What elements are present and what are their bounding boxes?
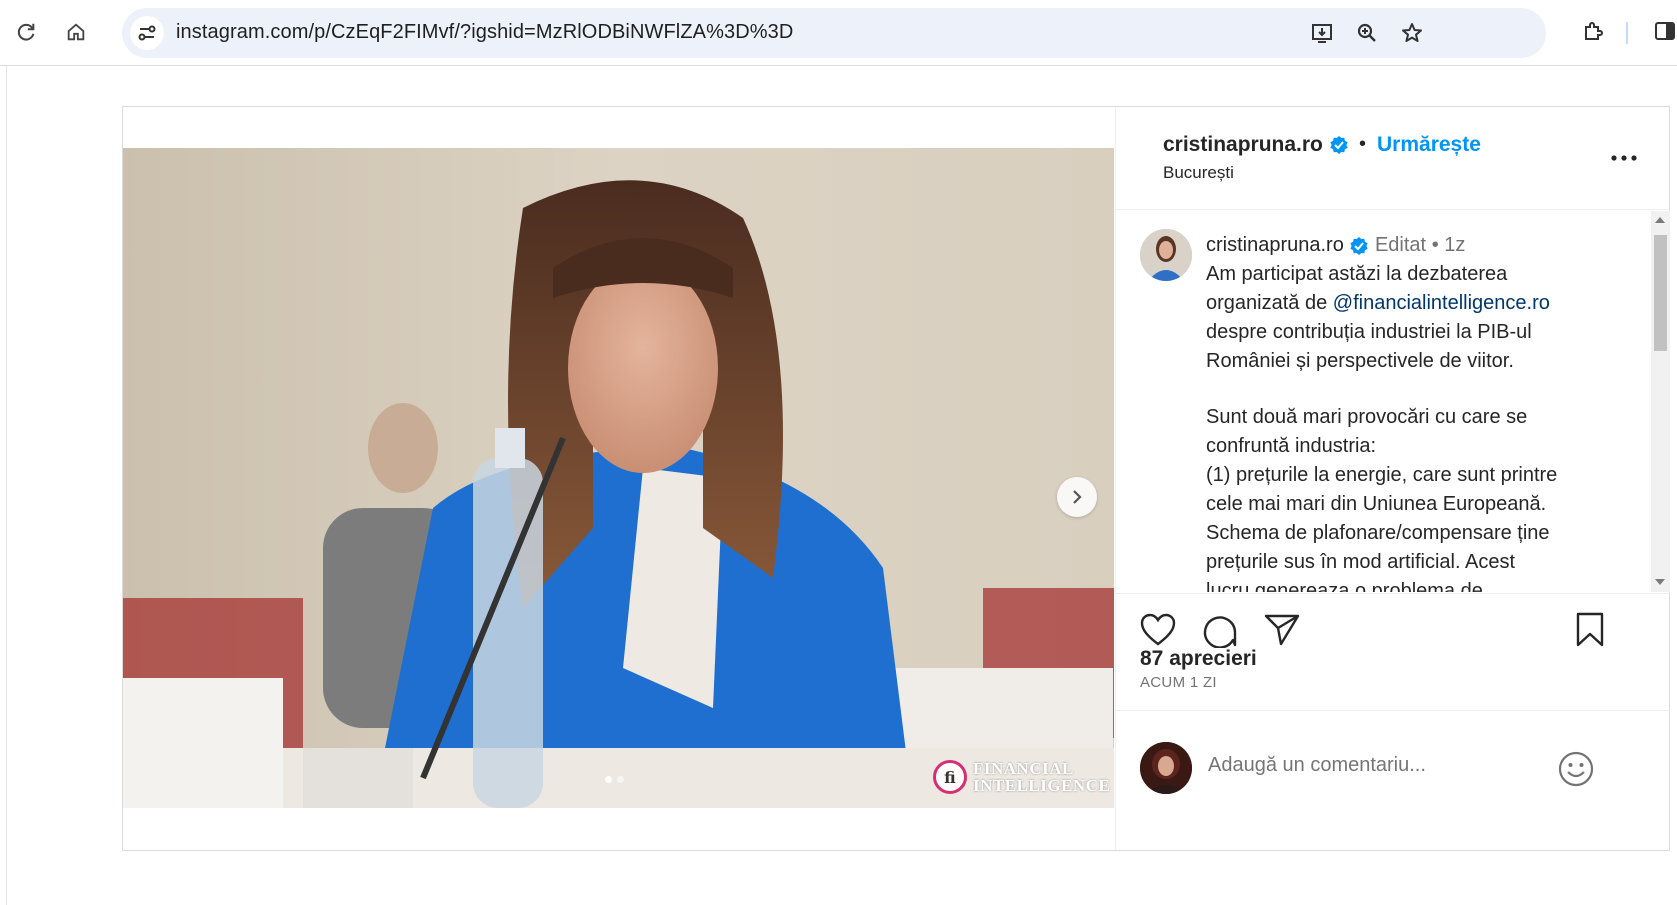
verified-badge-icon bbox=[1330, 136, 1348, 155]
caption-line: confruntă industria: bbox=[1206, 435, 1377, 457]
post-media: fi FINANCIAL INTELLIGENCE bbox=[123, 107, 1114, 850]
side-panel-icon[interactable] bbox=[1650, 16, 1677, 46]
caption-line: cele mai mari din Uniunea Europeană. bbox=[1206, 493, 1547, 515]
caption-line: Am participat astăzi la dezbaterea bbox=[1206, 263, 1508, 285]
comment-input[interactable] bbox=[1208, 754, 1538, 777]
browser-toolbar: instagram.com/p/CzEqF2FIMvf/?igshid=MzRl… bbox=[0, 0, 1677, 66]
more-options-icon[interactable] bbox=[1604, 143, 1644, 173]
caption-line: Sunt două mari provocări cu care se bbox=[1206, 406, 1528, 428]
watermark: fi FINANCIAL INTELLIGENCE bbox=[933, 760, 1110, 794]
home-icon[interactable] bbox=[58, 14, 94, 50]
watermark-logo: fi bbox=[933, 760, 967, 794]
watermark-text: FINANCIAL INTELLIGENCE bbox=[973, 759, 1111, 795]
comment-bubble-icon[interactable] bbox=[1198, 608, 1242, 652]
caption-line: prețurile sus în mod artificial. Acest bbox=[1206, 551, 1516, 573]
header-separator: • bbox=[1359, 133, 1367, 155]
scroll-up-arrow-icon[interactable] bbox=[1655, 217, 1665, 223]
zoom-icon[interactable] bbox=[1354, 20, 1380, 46]
verified-badge-icon bbox=[1350, 236, 1369, 255]
scroll-thumb[interactable] bbox=[1654, 235, 1667, 351]
post-photo[interactable]: fi FINANCIAL INTELLIGENCE bbox=[123, 148, 1114, 808]
caption-separator: • bbox=[1431, 234, 1439, 256]
caption-line: Schema de plafonare/compensare ține bbox=[1206, 522, 1550, 544]
likes-count[interactable]: 87 aprecieri bbox=[1140, 647, 1257, 671]
caption-username[interactable]: cristinapruna.ro bbox=[1206, 234, 1344, 256]
next-slide-button[interactable] bbox=[1057, 477, 1097, 517]
post-sidebar: cristinapruna.ro • Urmărește București c… bbox=[1115, 107, 1670, 850]
url-text[interactable]: instagram.com/p/CzEqF2FIMvf/?igshid=MzRl… bbox=[176, 21, 793, 44]
page-edge bbox=[6, 66, 7, 905]
reload-icon[interactable] bbox=[8, 14, 44, 50]
caption-time[interactable]: 1z bbox=[1444, 234, 1465, 256]
caption-area: cristinapruna.ro Editat • 1z Am particip… bbox=[1116, 211, 1670, 592]
header-username[interactable]: cristinapruna.ro bbox=[1163, 133, 1349, 157]
post-header: cristinapruna.ro • Urmărește București bbox=[1116, 107, 1670, 210]
instagram-post: fi FINANCIAL INTELLIGENCE cristinapruna.… bbox=[122, 106, 1670, 851]
author-avatar[interactable] bbox=[1140, 229, 1192, 281]
extensions-icon[interactable] bbox=[1578, 16, 1608, 46]
caption-line: (1) prețurile la energie, care sunt prin… bbox=[1206, 464, 1558, 486]
post-caption: cristinapruna.ro Editat • 1z Am particip… bbox=[1206, 231, 1606, 592]
user-avatar[interactable] bbox=[1140, 742, 1192, 794]
caption-line: lucru genereaza o problema de bbox=[1206, 580, 1483, 592]
follow-button[interactable]: Urmărește bbox=[1377, 133, 1481, 157]
bookmark-star-icon[interactable] bbox=[1399, 20, 1425, 46]
install-icon[interactable] bbox=[1309, 20, 1335, 46]
share-send-icon[interactable] bbox=[1260, 608, 1304, 652]
post-location[interactable]: București bbox=[1163, 163, 1234, 183]
comment-composer bbox=[1116, 710, 1670, 850]
save-bookmark-icon[interactable] bbox=[1568, 608, 1612, 652]
caption-line: organizată de @financialintelligence.ro bbox=[1206, 292, 1550, 314]
address-bar[interactable]: instagram.com/p/CzEqF2FIMvf/?igshid=MzRl… bbox=[122, 8, 1546, 58]
like-heart-icon[interactable] bbox=[1136, 608, 1180, 652]
carousel-dot-active bbox=[605, 776, 612, 783]
chevron-right-icon bbox=[1073, 490, 1082, 504]
caption-edited: Editat bbox=[1374, 234, 1427, 256]
caption-scrollbar[interactable] bbox=[1651, 211, 1670, 592]
post-date[interactable]: ACUM 1 ZI bbox=[1140, 674, 1217, 691]
site-info-icon[interactable] bbox=[130, 16, 164, 50]
post-actions bbox=[1116, 593, 1670, 653]
toolbar-divider bbox=[1626, 22, 1628, 44]
mention-link[interactable]: @financialintelligence.ro bbox=[1333, 292, 1550, 314]
caption-line: despre contribuția industriei la PIB-ul bbox=[1206, 321, 1532, 343]
emoji-icon[interactable] bbox=[1556, 749, 1596, 789]
carousel-dot bbox=[617, 776, 624, 783]
scroll-down-arrow-icon[interactable] bbox=[1655, 579, 1665, 585]
carousel-indicator bbox=[605, 776, 624, 783]
caption-line: României și perspectivele de viitor. bbox=[1206, 350, 1514, 372]
